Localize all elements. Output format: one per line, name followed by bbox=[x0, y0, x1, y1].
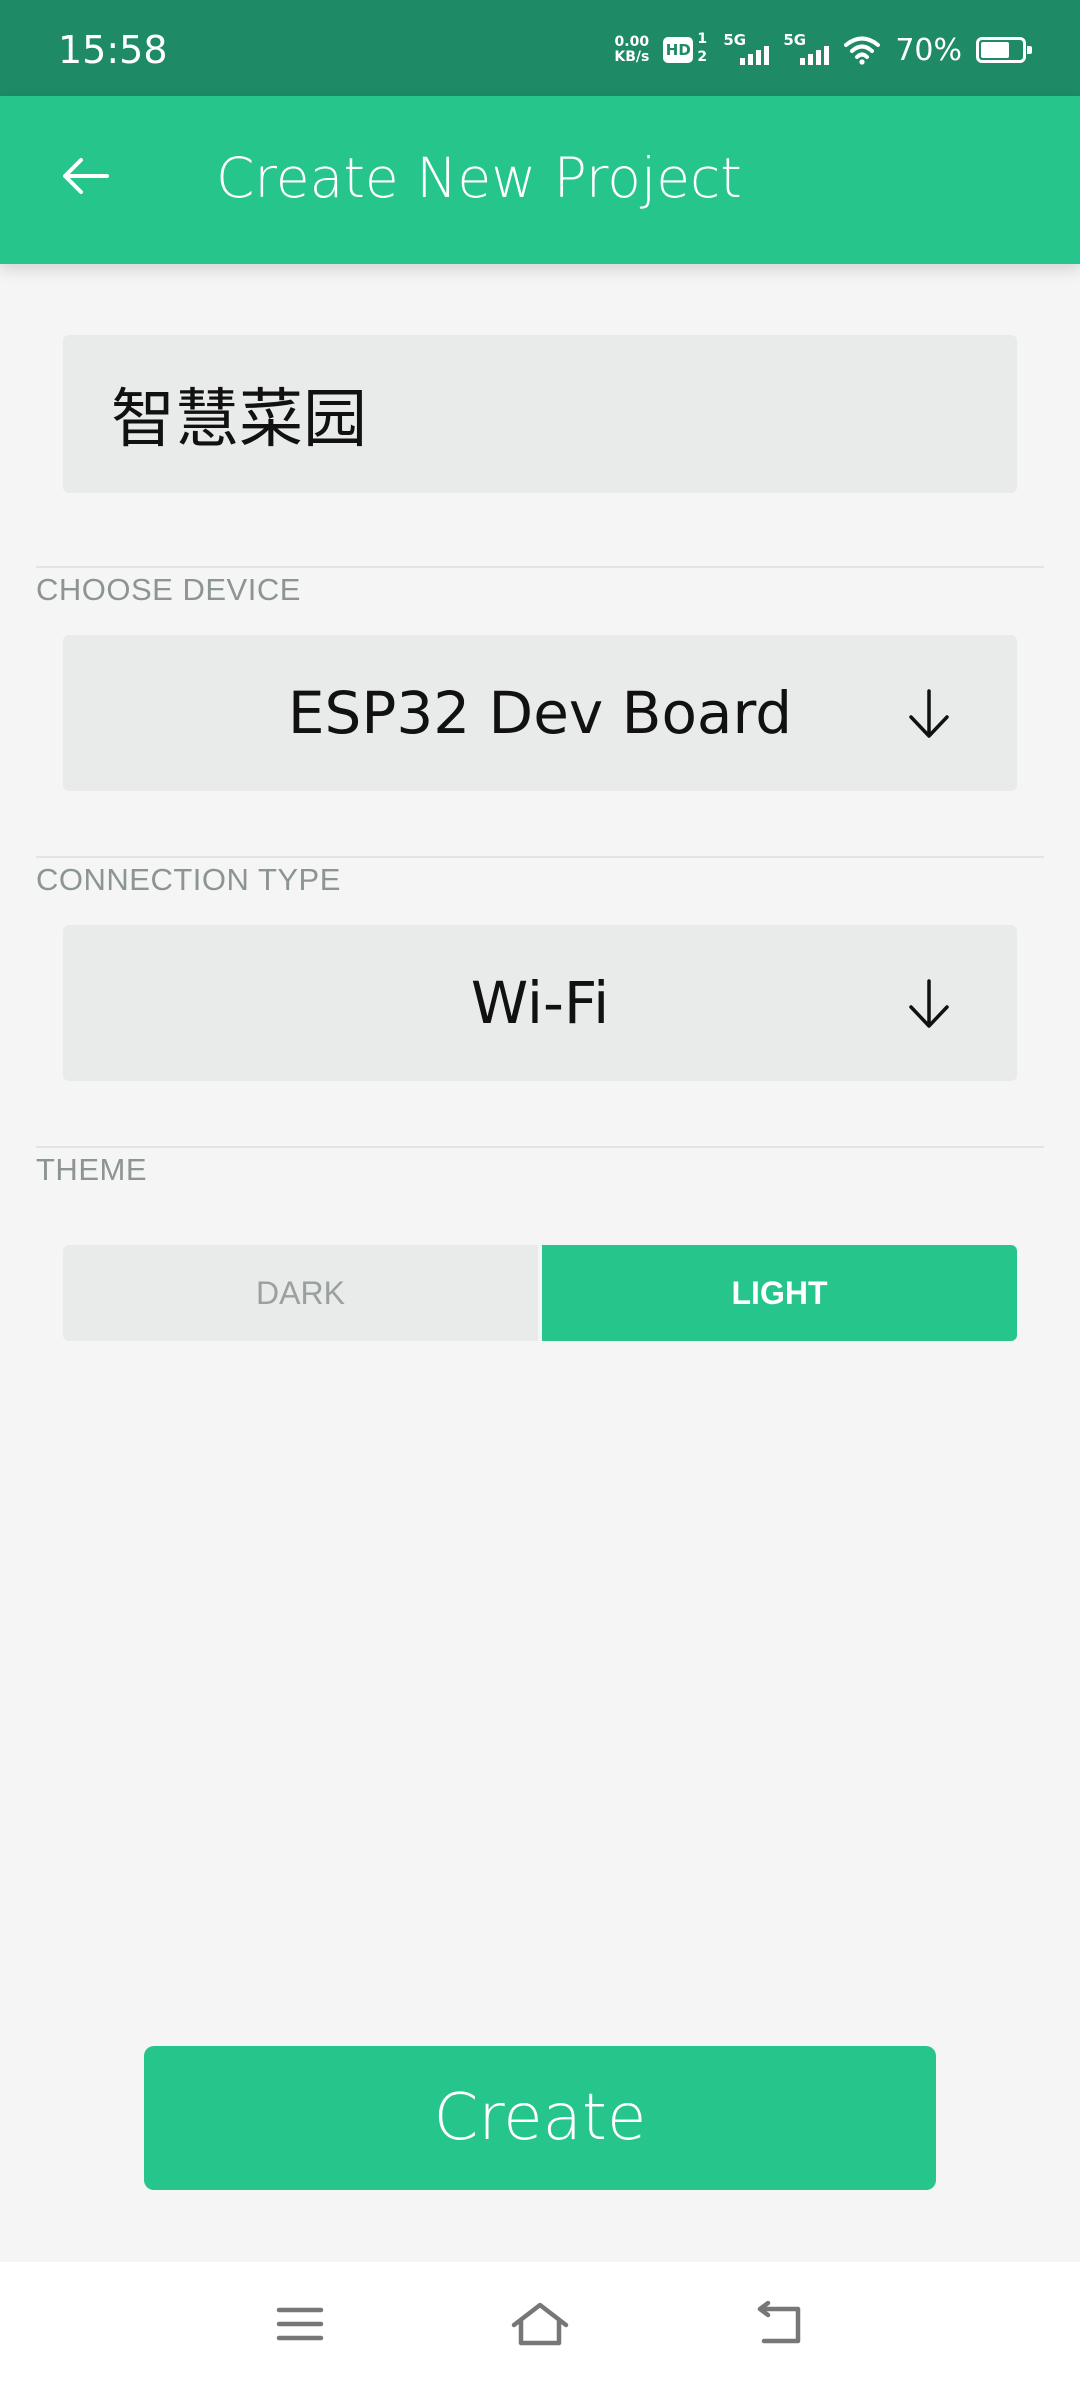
device-select-value: ESP32 Dev Board bbox=[287, 679, 793, 747]
cellular-signal-icon-1: 5G bbox=[723, 31, 770, 67]
arrow-down-icon bbox=[909, 979, 949, 1028]
arrow-left-icon bbox=[63, 158, 109, 194]
divider bbox=[36, 1146, 1044, 1148]
wifi-icon bbox=[844, 36, 881, 65]
page-title: Create New Project bbox=[216, 146, 742, 210]
section-label-device: CHOOSE DEVICE bbox=[36, 572, 301, 607]
menu-icon bbox=[276, 2307, 324, 2341]
arrow-down-icon bbox=[909, 689, 949, 738]
connection-type-select[interactable]: Wi-Fi bbox=[63, 925, 1017, 1081]
hd-voice-icon: HD 1 2 bbox=[663, 31, 709, 66]
app-bar: Create New Project bbox=[0, 96, 1080, 264]
theme-option-light[interactable]: LIGHT bbox=[542, 1245, 1017, 1341]
navigation-bar bbox=[0, 2262, 1080, 2388]
network-speed: 0.00 KB/s bbox=[614, 35, 649, 65]
device-select[interactable]: ESP32 Dev Board bbox=[63, 635, 1017, 791]
nav-menu-button[interactable] bbox=[265, 2292, 335, 2356]
divider bbox=[36, 566, 1044, 568]
theme-toggle: DARK LIGHT bbox=[63, 1245, 1017, 1341]
project-name-field[interactable] bbox=[63, 335, 1017, 493]
hd-sup: 1 bbox=[697, 31, 708, 47]
status-time: 15:58 bbox=[58, 28, 168, 72]
hd-label: HD bbox=[663, 37, 694, 63]
battery-icon bbox=[976, 37, 1032, 63]
project-name-input[interactable] bbox=[111, 335, 971, 493]
network-speed-value: 0.00 bbox=[614, 34, 650, 50]
network-speed-unit: KB/s bbox=[614, 49, 650, 65]
nav-home-button[interactable] bbox=[505, 2292, 575, 2356]
connection-type-value: Wi-Fi bbox=[470, 969, 610, 1037]
status-bar: 15:58 0.00 KB/s HD 1 2 5G 5G 70% bbox=[0, 0, 1080, 96]
section-label-theme: THEME bbox=[36, 1152, 147, 1187]
battery-percent: 70% bbox=[895, 32, 962, 68]
back-button[interactable] bbox=[46, 136, 126, 216]
status-icons: 0.00 KB/s HD 1 2 5G 5G 70% bbox=[614, 30, 1032, 70]
theme-option-dark[interactable]: DARK bbox=[63, 1245, 538, 1341]
create-button[interactable]: Create bbox=[144, 2046, 936, 2190]
divider bbox=[36, 856, 1044, 858]
home-icon bbox=[511, 2302, 569, 2346]
back-icon bbox=[757, 2301, 801, 2344]
section-label-connection: CONNECTION TYPE bbox=[36, 862, 341, 897]
cellular-signal-icon-2: 5G bbox=[783, 31, 830, 67]
nav-back-button[interactable] bbox=[745, 2292, 815, 2356]
hd-sub: 2 bbox=[697, 49, 708, 65]
